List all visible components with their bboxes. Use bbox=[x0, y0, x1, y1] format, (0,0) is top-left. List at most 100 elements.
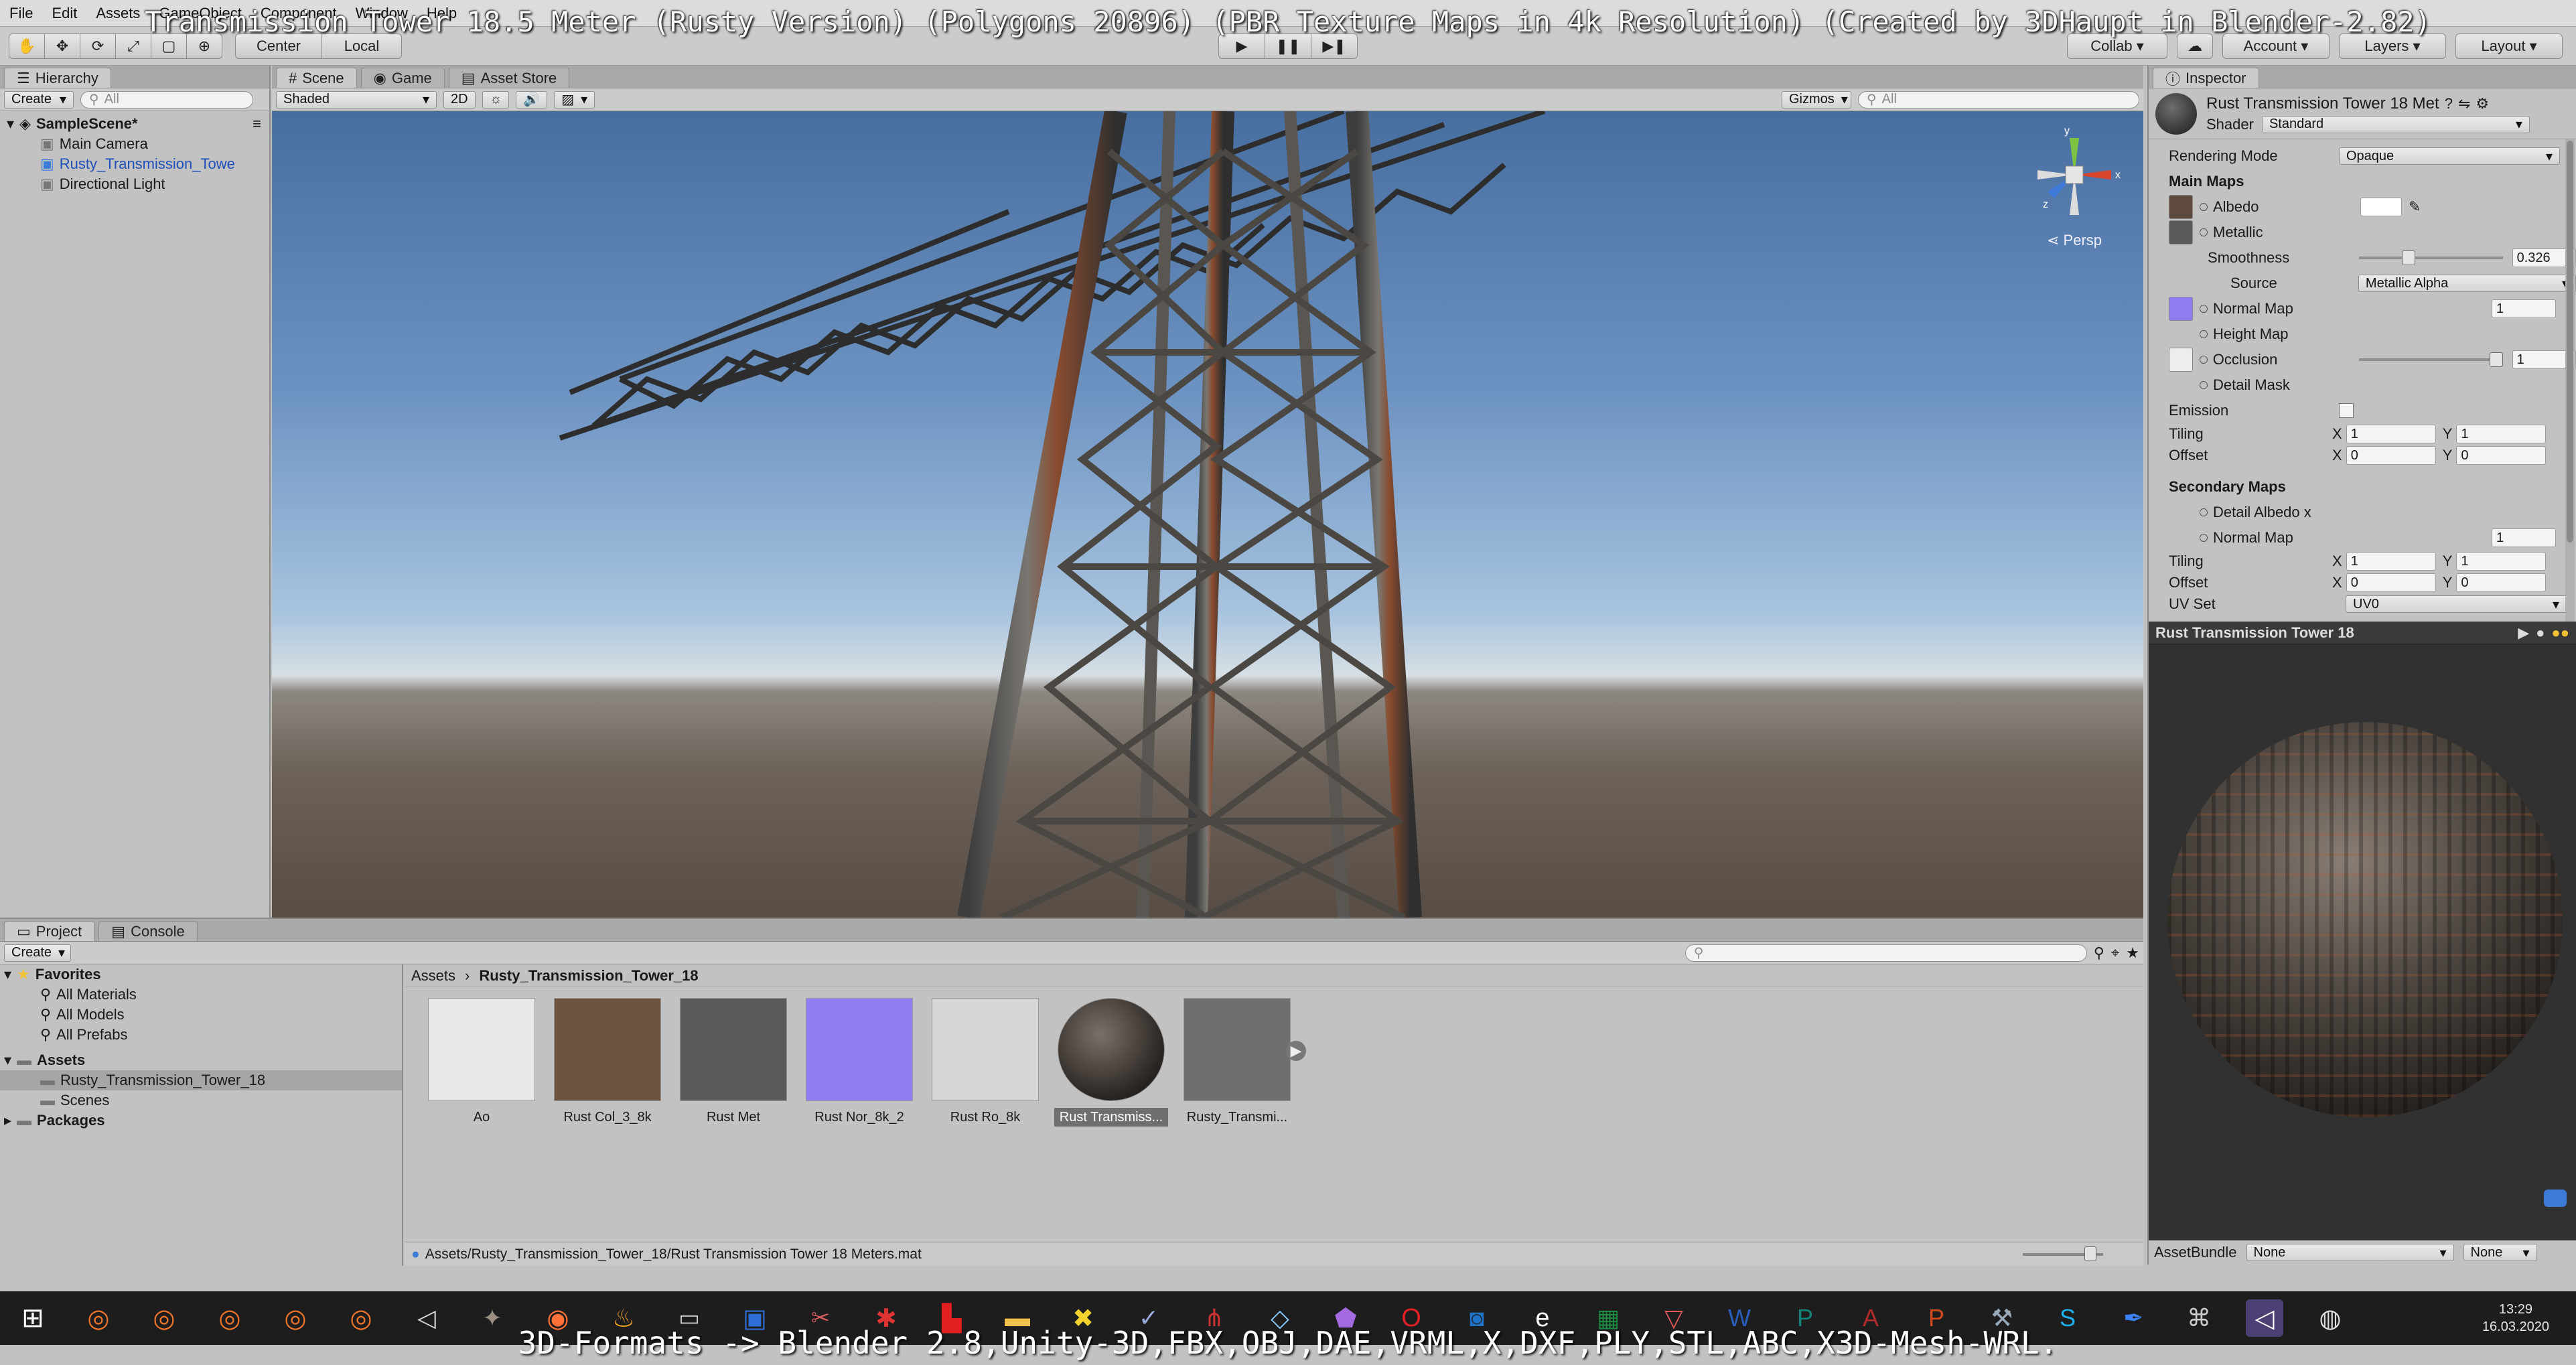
detail-albedo-texture-slot[interactable] bbox=[2169, 500, 2193, 524]
favorites-root[interactable]: ▾ ★ Favorites bbox=[0, 964, 402, 985]
texture-picker-icon[interactable] bbox=[2200, 203, 2208, 211]
filter-label-icon[interactable]: ⌖ bbox=[2111, 944, 2119, 962]
gear-icon[interactable]: ⚙ bbox=[2476, 95, 2489, 113]
orientation-gizmo[interactable]: y x z ⋖ Persp bbox=[2024, 125, 2125, 248]
gizmos-dropdown[interactable]: Gizmos ▾ bbox=[1782, 90, 1851, 109]
detail-normal-texture-slot[interactable] bbox=[2169, 526, 2193, 550]
project-search-input[interactable]: ⚲ bbox=[1685, 944, 2087, 962]
normal-scale-field[interactable]: 1 bbox=[2492, 299, 2556, 318]
uv-set-dropdown[interactable]: UV0 ▾ bbox=[2346, 595, 2567, 613]
scene-viewport[interactable]: y x z ⋖ Persp bbox=[272, 111, 2143, 918]
tiling2-y-field[interactable]: 1 bbox=[2456, 552, 2547, 571]
occlusion-slider[interactable] bbox=[2359, 350, 2503, 369]
normal-map-texture-slot[interactable] bbox=[2169, 297, 2193, 321]
smoothness-source-dropdown[interactable]: Metallic Alpha▾ bbox=[2358, 275, 2576, 292]
audio-toggle[interactable]: 🔊 bbox=[516, 90, 548, 109]
thumbnail-size-slider[interactable] bbox=[2023, 1246, 2103, 1261]
tab-scene[interactable]: # Scene bbox=[276, 68, 357, 88]
texture-picker-icon[interactable] bbox=[2200, 534, 2208, 542]
albedo-color-field[interactable] bbox=[2360, 198, 2402, 216]
scene-search-input[interactable]: ⚲ All bbox=[1858, 90, 2139, 109]
asset-item[interactable]: Rust Met bbox=[676, 998, 790, 1127]
detail-mask-texture-slot[interactable] bbox=[2169, 373, 2193, 397]
detail-normal-scale-field[interactable]: 1 bbox=[2492, 528, 2556, 547]
mode-2d-toggle[interactable]: 2D bbox=[443, 90, 476, 109]
tab-project[interactable]: ▭ Project bbox=[4, 921, 95, 941]
texture-picker-icon[interactable] bbox=[2200, 330, 2208, 338]
texture-picker-icon[interactable] bbox=[2200, 381, 2208, 389]
shading-mode-dropdown[interactable]: Shaded ▾ bbox=[276, 90, 437, 109]
favorite-item[interactable]: ⚲ All Materials bbox=[0, 985, 402, 1005]
assetbundle-tag-icon[interactable] bbox=[2544, 1190, 2567, 1207]
slider-thumb[interactable] bbox=[2402, 250, 2416, 265]
material-preview-sphere[interactable] bbox=[2167, 722, 2563, 1117]
inspector-scrollbar[interactable] bbox=[2565, 139, 2575, 622]
packages-root[interactable]: ▸ ▬ Packages bbox=[0, 1110, 402, 1131]
metallic-texture-slot[interactable] bbox=[2169, 220, 2193, 244]
offset2-x-field[interactable]: 0 bbox=[2346, 573, 2436, 592]
preset-icon[interactable]: ⇋ bbox=[2458, 95, 2470, 113]
slider-thumb[interactable] bbox=[2084, 1246, 2096, 1261]
preview-sphere-icon[interactable]: ● bbox=[2536, 624, 2545, 642]
asset-item[interactable]: Rusty_Transmi... ▶ bbox=[1180, 998, 1306, 1127]
favorite-star-icon[interactable]: ★ bbox=[2126, 944, 2139, 962]
shader-dropdown[interactable]: Standard ▾ bbox=[2261, 115, 2530, 133]
scene-root[interactable]: ▾ ◈ SampleScene* ≡ bbox=[7, 114, 269, 134]
albedo-texture-slot[interactable] bbox=[2169, 195, 2193, 219]
breadcrumb-assets[interactable]: Assets bbox=[411, 967, 455, 985]
hierarchy-item-selected[interactable]: ▣ Rusty_Transmission_Towe bbox=[7, 154, 269, 174]
folder-icon: ▬ bbox=[17, 1052, 32, 1068]
assetbundle-variant-dropdown[interactable]: None ▾ bbox=[2463, 1244, 2537, 1261]
asset-item[interactable]: Rust Col_3_8k bbox=[551, 998, 664, 1127]
tab-hierarchy[interactable]: ☰ Hierarchy bbox=[4, 68, 111, 88]
height-map-texture-slot[interactable] bbox=[2169, 322, 2193, 346]
offset-y-field[interactable]: 0 bbox=[2456, 446, 2547, 465]
effects-dropdown[interactable]: ▨ ▾ bbox=[554, 90, 595, 109]
help-icon[interactable]: ? bbox=[2445, 95, 2453, 113]
texture-picker-icon[interactable] bbox=[2200, 228, 2208, 236]
favorite-item[interactable]: ⚲ All Prefabs bbox=[0, 1025, 402, 1045]
tab-asset-store[interactable]: ▤ Asset Store bbox=[448, 68, 570, 88]
texture-picker-icon[interactable] bbox=[2200, 508, 2208, 516]
slider-thumb[interactable] bbox=[2489, 352, 2503, 367]
preview-play-icon[interactable]: ▶ bbox=[2518, 624, 2529, 642]
filter-type-icon[interactable]: ⚲ bbox=[2094, 944, 2104, 962]
axis-gizmo-icon: y x z bbox=[2037, 125, 2121, 215]
asset-item[interactable]: Ao bbox=[425, 998, 539, 1127]
scene-menu-icon[interactable]: ≡ bbox=[253, 115, 261, 133]
smoothness-slider[interactable] bbox=[2359, 248, 2503, 267]
project-create-dropdown[interactable]: Create ▾ bbox=[4, 944, 71, 962]
assetbundle-dropdown[interactable]: None ▾ bbox=[2246, 1244, 2454, 1261]
asset-item[interactable]: Rust Nor_8k_2 bbox=[802, 998, 916, 1127]
lighting-toggle[interactable]: ☼ bbox=[482, 90, 510, 109]
preview-light-icon[interactable]: ●● bbox=[2551, 624, 2569, 642]
assets-root[interactable]: ▾ ▬ Assets bbox=[0, 1050, 402, 1070]
hierarchy-item[interactable]: ▣ Main Camera bbox=[7, 134, 269, 154]
tab-inspector[interactable]: ⓘ Inspector bbox=[2153, 68, 2259, 88]
tab-console[interactable]: ▤ Console bbox=[98, 921, 198, 941]
tab-game[interactable]: ◉ Game bbox=[360, 68, 445, 88]
tiling-x-field[interactable]: 1 bbox=[2346, 425, 2436, 443]
rendering-mode-dropdown[interactable]: Opaque ▾ bbox=[2339, 147, 2560, 165]
asset-folder[interactable]: ▬ Scenes bbox=[0, 1090, 402, 1110]
asset-folder-selected[interactable]: ▬ Rusty_Transmission_Tower_18 bbox=[0, 1070, 402, 1090]
projection-label[interactable]: ⋖ Persp bbox=[2024, 232, 2125, 249]
hierarchy-search-input[interactable]: ⚲ All bbox=[80, 90, 253, 109]
texture-picker-icon[interactable] bbox=[2200, 305, 2208, 313]
hierarchy-item[interactable]: ▣ Directional Light bbox=[7, 174, 269, 194]
eyedropper-icon[interactable]: ✎ bbox=[2409, 198, 2421, 216]
tiling-y-field[interactable]: 1 bbox=[2456, 425, 2547, 443]
breadcrumb-folder[interactable]: Rusty_Transmission_Tower_18 bbox=[479, 967, 698, 985]
project-panel: ▭ Project ▤ Console Create ▾ ⚲ ⚲ ⌖ ★ ▾ ★ Fa… bbox=[0, 918, 2143, 1266]
texture-picker-icon[interactable] bbox=[2199, 356, 2208, 364]
occlusion-texture-slot[interactable] bbox=[2169, 348, 2193, 372]
asset-item[interactable]: Rust Transmiss... bbox=[1054, 998, 1168, 1127]
asset-item[interactable]: Rust Ro_8k bbox=[928, 998, 1042, 1127]
emission-checkbox[interactable] bbox=[2339, 403, 2354, 418]
expand-prefab-icon[interactable]: ▶ bbox=[1286, 1041, 1306, 1061]
hierarchy-create-dropdown[interactable]: Create ▾ bbox=[4, 90, 74, 109]
offset-x-field[interactable]: 0 bbox=[2346, 446, 2436, 465]
favorite-item[interactable]: ⚲ All Models bbox=[0, 1005, 402, 1025]
offset2-y-field[interactable]: 0 bbox=[2456, 573, 2547, 592]
tiling2-x-field[interactable]: 1 bbox=[2346, 552, 2436, 571]
